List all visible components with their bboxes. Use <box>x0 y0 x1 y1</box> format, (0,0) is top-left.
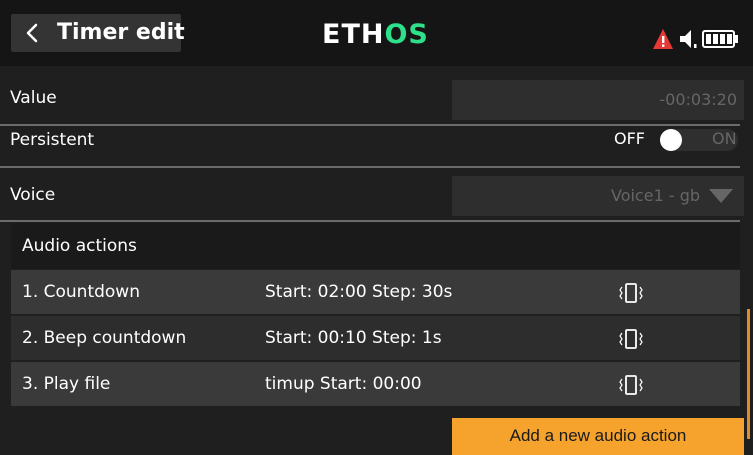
divider <box>0 166 740 168</box>
logo-accent: OS <box>384 19 429 50</box>
audio-actions-title: Audio actions <box>22 236 137 256</box>
battery-icon <box>702 30 738 48</box>
divider <box>0 220 740 222</box>
ethos-logo: ETHOS <box>322 19 429 51</box>
page-title: Timer edit <box>57 20 185 45</box>
action-name: 1. Countdown <box>22 282 140 302</box>
action-detail: timup Start: 00:00 <box>265 374 422 394</box>
vibrate-icon <box>619 329 643 349</box>
toggle-on-label: ON <box>712 129 737 148</box>
speaker-icon[interactable] <box>678 28 700 50</box>
action-name: 3. Play file <box>22 374 111 394</box>
top-bar: Timer edit ETHOS <box>0 0 753 66</box>
toggle-off-label: OFF <box>614 129 645 148</box>
audio-action-row[interactable]: 3. Play file timup Start: 00:00 <box>11 362 740 406</box>
audio-action-row[interactable]: 2. Beep countdown Start: 00:10 Step: 1s <box>11 316 740 360</box>
logo-main: ETH <box>322 19 385 50</box>
warning-icon[interactable] <box>652 28 674 50</box>
voice-label: Voice <box>10 185 56 205</box>
persistent-label: Persistent <box>10 130 95 150</box>
vibrate-icon <box>619 283 643 303</box>
action-detail: Start: 00:10 Step: 1s <box>265 328 442 348</box>
vibrate-icon <box>619 375 643 395</box>
value-field[interactable]: -00:03:20 <box>452 80 744 120</box>
voice-value: Voice1 - gb <box>610 186 700 205</box>
action-name: 2. Beep countdown <box>22 328 187 348</box>
toggle-knob[interactable] <box>660 129 682 151</box>
voice-select[interactable]: Voice1 - gb <box>452 176 744 216</box>
scrollbar[interactable] <box>747 309 750 439</box>
back-button[interactable]: Timer edit <box>11 14 185 52</box>
add-audio-action-label: Add a new audio action <box>509 426 687 445</box>
value-label: Value <box>10 88 57 108</box>
audio-action-row[interactable]: 1. Countdown Start: 02:00 Step: 30s <box>11 270 740 314</box>
divider <box>0 124 740 126</box>
back-arrow-icon[interactable] <box>25 23 39 43</box>
value-text: -00:03:20 <box>659 90 737 109</box>
dropdown-arrow-icon[interactable] <box>708 188 734 204</box>
action-detail: Start: 02:00 Step: 30s <box>265 282 453 302</box>
audio-actions-header: Audio actions <box>11 223 740 269</box>
add-audio-action-button[interactable]: Add a new audio action <box>452 418 744 455</box>
